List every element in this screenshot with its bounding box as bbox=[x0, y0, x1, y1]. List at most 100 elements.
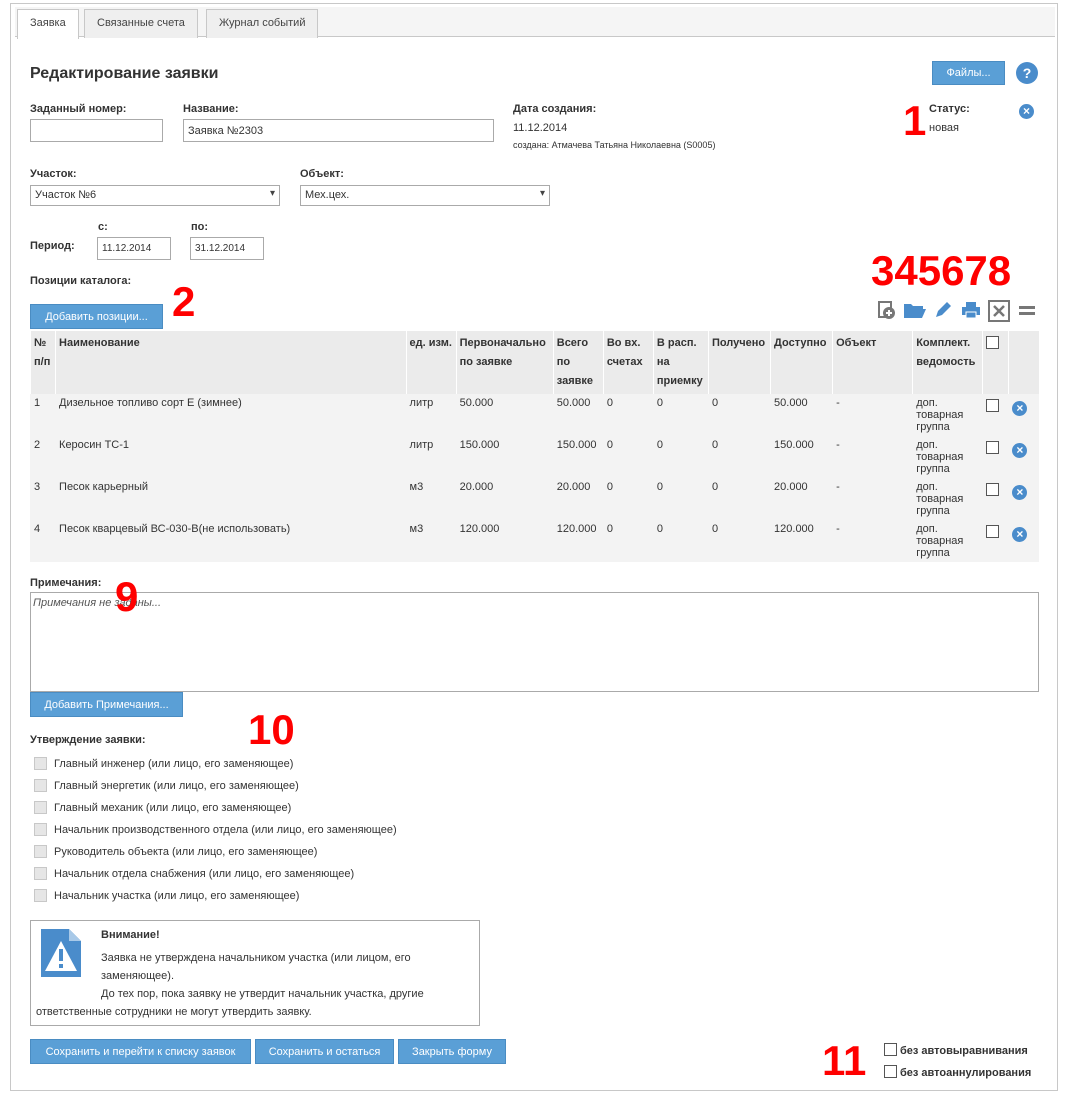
help-icon[interactable]: ? bbox=[1016, 62, 1038, 84]
row-checkbox[interactable] bbox=[986, 399, 1000, 412]
approval-item-label: Главный энергетик (или лицо, его заменяю… bbox=[54, 780, 299, 792]
cell-name: Дизельное топливо сорт Е (зимнее) bbox=[55, 394, 407, 436]
cell-unit: литр bbox=[405, 436, 457, 478]
warning-line-4: ответственные сотрудники не могут утверд… bbox=[36, 1006, 312, 1018]
site-select-value: Участок №6 bbox=[35, 189, 97, 201]
warning-document-icon bbox=[39, 927, 83, 979]
warning-title: Внимание! bbox=[101, 929, 160, 941]
cell-select bbox=[982, 520, 1009, 562]
folder-icon[interactable] bbox=[903, 300, 926, 320]
status-clear-icon[interactable]: × bbox=[1019, 104, 1034, 119]
approval-checkbox[interactable] bbox=[34, 889, 47, 902]
approval-checkbox[interactable] bbox=[34, 845, 47, 858]
name-input[interactable] bbox=[183, 119, 494, 142]
table-row: 4 Песок кварцевый ВС-030-В(не использова… bbox=[29, 520, 1039, 562]
cell-in-invoices: 0 bbox=[602, 394, 654, 436]
tab-event-log[interactable]: Журнал событий bbox=[206, 9, 319, 38]
save-and-stay-button[interactable]: Сохранить и остаться bbox=[255, 1039, 394, 1064]
tab-linked-invoices[interactable]: Связанные счета bbox=[84, 9, 198, 38]
number-input[interactable] bbox=[30, 119, 163, 142]
files-button[interactable]: Файлы... bbox=[932, 61, 1005, 85]
cell-available: 20.000 bbox=[770, 478, 833, 520]
approval-item-label: Начальник участка (или лицо, его заменяю… bbox=[54, 890, 300, 902]
marker-9: 9 bbox=[115, 573, 139, 620]
approval-item-label: Главный инженер (или лицо, его заменяюще… bbox=[54, 758, 294, 770]
tab-request[interactable]: Заявка bbox=[17, 9, 79, 39]
cell-in-invoices: 0 bbox=[602, 478, 654, 520]
cell-initial: 150.000 bbox=[455, 436, 554, 478]
cell-total: 20.000 bbox=[552, 478, 604, 520]
cell-unit: литр bbox=[405, 394, 457, 436]
cell-total: 50.000 bbox=[552, 394, 604, 436]
catalog-label: Позиции каталога: bbox=[30, 275, 132, 287]
object-select-value: Мех.цех. bbox=[305, 189, 350, 201]
close-form-button[interactable]: Закрыть форму bbox=[398, 1039, 506, 1064]
cell-object: - bbox=[832, 520, 913, 562]
menu-icon[interactable] bbox=[1017, 300, 1037, 320]
cell-object: - bbox=[832, 436, 913, 478]
warning-line-3: До тех пор, пока заявку не утвердит нача… bbox=[101, 988, 424, 1000]
chevron-down-icon: ▾ bbox=[539, 188, 545, 199]
print-icon[interactable] bbox=[961, 300, 981, 320]
no-autoalign-checkbox[interactable] bbox=[884, 1043, 897, 1056]
add-notes-button[interactable]: Добавить Примечания... bbox=[30, 692, 183, 717]
approval-checkbox[interactable] bbox=[34, 823, 47, 836]
edit-pencil-icon[interactable] bbox=[933, 300, 953, 320]
table-row: 3 Песок карьерный м3 20.000 20.000 0 0 0… bbox=[29, 478, 1039, 520]
period-from-input[interactable] bbox=[97, 237, 171, 260]
cell-for-acceptance: 0 bbox=[652, 436, 709, 478]
row-checkbox[interactable] bbox=[986, 525, 1000, 538]
remove-row-icon[interactable]: × bbox=[1012, 401, 1028, 416]
cell-in-invoices: 0 bbox=[602, 436, 654, 478]
cell-received: 0 bbox=[707, 478, 771, 520]
cell-remove: × bbox=[1008, 436, 1039, 478]
warning-line-2: заменяющее). bbox=[101, 970, 175, 982]
no-autocancel-checkbox[interactable] bbox=[884, 1065, 897, 1078]
no-autoalign-label: без автовыравнивания bbox=[900, 1045, 1028, 1057]
cell-number: 4 bbox=[29, 520, 56, 562]
chevron-down-icon: ▾ bbox=[269, 188, 275, 199]
col-initial: Первоначально по заявке bbox=[455, 331, 554, 394]
row-checkbox[interactable] bbox=[986, 441, 1000, 454]
col-unit: ед. изм. bbox=[405, 331, 457, 394]
col-name: Наименование bbox=[55, 331, 407, 394]
table-row: 1 Дизельное топливо сорт Е (зимнее) литр… bbox=[29, 394, 1039, 436]
marker-1: 1 bbox=[903, 97, 927, 144]
notes-textarea[interactable]: Примечания не заданы... bbox=[30, 592, 1039, 692]
select-all-checkbox[interactable] bbox=[986, 336, 1000, 349]
cell-statement: доп. товарная группа bbox=[912, 436, 983, 478]
save-and-go-button[interactable]: Сохранить и перейти к списку заявок bbox=[30, 1039, 251, 1064]
object-select[interactable]: Мех.цех. ▾ bbox=[300, 185, 550, 206]
col-number: № п/п bbox=[29, 331, 56, 394]
period-from-label: с: bbox=[98, 221, 108, 233]
add-positions-button[interactable]: Добавить позиции... bbox=[30, 304, 163, 329]
col-available: Доступно bbox=[770, 331, 833, 394]
marker-2: 2 bbox=[172, 278, 196, 325]
cell-name: Песок кварцевый ВС-030-В(не использовать… bbox=[55, 520, 407, 562]
cell-available: 120.000 bbox=[770, 520, 833, 562]
cell-object: - bbox=[832, 394, 913, 436]
remove-row-icon[interactable]: × bbox=[1012, 527, 1028, 542]
approval-checkbox[interactable] bbox=[34, 801, 47, 814]
page-title: Редактирование заявки bbox=[30, 65, 219, 82]
object-label: Объект: bbox=[300, 168, 344, 180]
remove-row-icon[interactable]: × bbox=[1012, 485, 1028, 500]
no-autocancel-label: без автоаннулирования bbox=[900, 1067, 1032, 1079]
cell-in-invoices: 0 bbox=[602, 520, 654, 562]
delete-box-icon[interactable] bbox=[988, 300, 1010, 322]
add-item-icon[interactable] bbox=[876, 300, 896, 320]
table-header-row: № п/п Наименование ед. изм. Первоначальн… bbox=[29, 331, 1039, 394]
cell-select bbox=[982, 436, 1009, 478]
row-checkbox[interactable] bbox=[986, 483, 1000, 496]
site-select[interactable]: Участок №6 ▾ bbox=[30, 185, 280, 206]
approval-checkbox[interactable] bbox=[34, 757, 47, 770]
status-value: новая bbox=[929, 122, 959, 134]
period-to-input[interactable] bbox=[190, 237, 264, 260]
approval-checkbox[interactable] bbox=[34, 779, 47, 792]
period-to-label: по: bbox=[191, 221, 209, 233]
col-for-acceptance: В расп. на приемку bbox=[652, 331, 709, 394]
remove-row-icon[interactable]: × bbox=[1012, 443, 1028, 458]
name-label: Название: bbox=[183, 103, 239, 115]
approval-checkbox[interactable] bbox=[34, 867, 47, 880]
cell-name: Керосин ТС-1 bbox=[55, 436, 407, 478]
